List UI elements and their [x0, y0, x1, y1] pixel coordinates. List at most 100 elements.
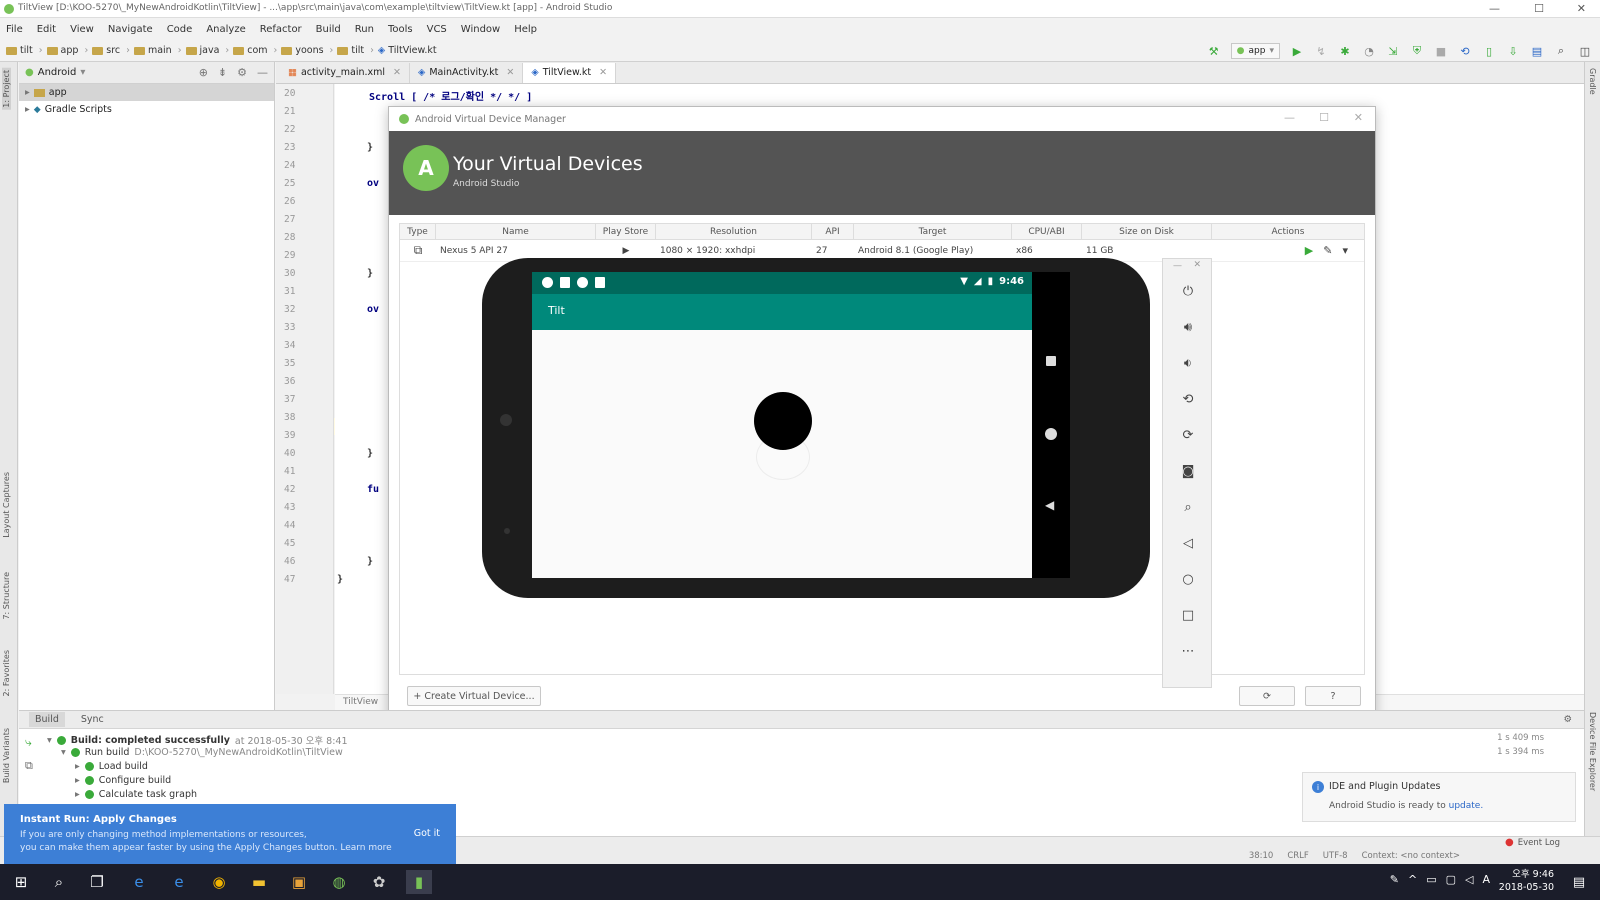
rotate-left-icon[interactable]: ⟲ [1178, 389, 1198, 409]
col-type[interactable]: Type [400, 223, 436, 240]
menu-run[interactable]: Run [355, 24, 374, 35]
emulator-screen[interactable]: ▼ ◢ ▮ 9:46 Tilt [532, 272, 1032, 578]
col-target[interactable]: Target [854, 223, 1012, 240]
breadcrumb-item[interactable]: yoons › [281, 45, 333, 56]
event-log[interactable]: ● Event Log [1505, 837, 1560, 848]
display-icon[interactable]: ▢ [1446, 873, 1456, 886]
minimize-icon[interactable]: — [1284, 111, 1295, 124]
tab-build[interactable]: Build [29, 712, 65, 727]
home-icon[interactable]: ○ [1178, 569, 1198, 589]
build-line[interactable]: ▸ Load build [75, 761, 148, 772]
caret-position[interactable]: 38:10 [1249, 851, 1274, 861]
create-virtual-device-button[interactable]: + Create Virtual Device... [407, 686, 541, 706]
col-cpu[interactable]: CPU/ABI [1012, 223, 1082, 240]
close-icon[interactable]: ✕ [1354, 111, 1363, 124]
menu-navigate[interactable]: Navigate [108, 24, 153, 35]
app-icon[interactable]: ✿ [366, 870, 392, 894]
refresh-button[interactable]: ⟳ [1239, 686, 1295, 706]
tool-window-layout-captures[interactable]: Layout Captures [2, 472, 11, 538]
file-explorer-icon[interactable]: ▬ [246, 870, 272, 894]
internet-explorer-icon[interactable]: e [126, 870, 152, 894]
close-tab-icon[interactable]: ✕ [393, 67, 401, 78]
tab-activity-main[interactable]: ▦ activity_main.xml ✕ [280, 62, 410, 83]
emulator-taskbar-icon[interactable]: ▮ [406, 870, 432, 894]
breadcrumb-file[interactable]: ◈ TiltView.kt [378, 45, 437, 56]
camera-icon[interactable]: ◙ [1178, 461, 1198, 481]
sync-icon[interactable]: ⊕ [199, 66, 208, 79]
overview-icon[interactable]: □ [1178, 605, 1198, 625]
maximize-icon[interactable]: ☐ [1534, 2, 1544, 15]
rerun-icon[interactable]: ⤷ [25, 735, 32, 750]
tab-sync[interactable]: Sync [81, 714, 104, 725]
breadcrumb-item[interactable]: java › [185, 45, 229, 56]
zoom-icon[interactable]: ⌕ [1178, 497, 1198, 517]
search-icon[interactable]: ⌕ [46, 870, 72, 894]
power-icon[interactable]: ⏻ [1178, 281, 1198, 301]
toggle-view-icon[interactable]: ⧉ [25, 759, 33, 773]
android-studio-taskbar-icon[interactable]: ◍ [326, 870, 352, 894]
col-size[interactable]: Size on Disk [1082, 223, 1212, 240]
breadcrumb-item[interactable]: tilt › [6, 45, 43, 56]
breadcrumb-item[interactable]: tilt › [337, 45, 374, 56]
menu-analyze[interactable]: Analyze [206, 24, 245, 35]
pen-icon[interactable]: ✎ [1390, 873, 1399, 886]
build-line[interactable]: ▾ Run build D:\KOO-5270\_MyNewAndroidKot… [61, 747, 343, 758]
rotate-right-icon[interactable]: ⟳ [1178, 425, 1198, 445]
help-button[interactable]: ? [1305, 686, 1361, 706]
tool-window-favorites[interactable]: 2: Favorites [2, 650, 11, 696]
run-icon[interactable]: ▶ [1290, 44, 1304, 58]
close-tab-icon[interactable]: ✕ [506, 67, 514, 78]
chrome-icon[interactable]: ◉ [206, 870, 232, 894]
notification-center-icon[interactable]: ▤ [1566, 870, 1592, 894]
got-it-button[interactable]: Got it [414, 828, 440, 839]
chevron-down-icon[interactable]: ▾ [80, 67, 85, 78]
tree-item-gradle-scripts[interactable]: ▸ ◆ Gradle Scripts [19, 101, 274, 118]
tab-tiltview[interactable]: ◈ TiltView.kt ✕ [523, 62, 617, 83]
tool-window-build-variants[interactable]: Build Variants [2, 728, 11, 783]
menu-build[interactable]: Build [316, 24, 341, 35]
search-icon[interactable]: ⌕ [1554, 44, 1568, 58]
clock[interactable]: 오후 9:46 2018-05-30 [1499, 868, 1554, 894]
launch-icon[interactable]: ▶ [1305, 244, 1313, 257]
breadcrumb-item[interactable]: app › [46, 45, 88, 56]
collapse-icon[interactable]: ⇟ [218, 66, 227, 79]
tree-item-app[interactable]: ▸ app [19, 84, 274, 101]
layout-icon[interactable]: ◫ [1578, 44, 1592, 58]
chevron-down-icon[interactable]: ▾ [1342, 244, 1348, 257]
minimize-icon[interactable]: — [1489, 2, 1500, 15]
menu-code[interactable]: Code [167, 24, 193, 35]
sdk-manager-icon[interactable]: ⇩ [1506, 44, 1520, 58]
menu-file[interactable]: File [6, 24, 23, 35]
tab-main-activity[interactable]: ◈ MainActivity.kt ✕ [410, 62, 524, 83]
recents-icon[interactable] [1046, 356, 1056, 366]
breadcrumb-item[interactable]: src › [92, 45, 130, 56]
tool-window-structure[interactable]: 7: Structure [2, 572, 11, 620]
col-name[interactable]: Name [436, 223, 596, 240]
minimize-icon[interactable]: — [1173, 261, 1182, 271]
gear-icon[interactable]: ⚙ [1563, 714, 1572, 725]
run-config-select[interactable]: ● app ▾ [1230, 43, 1280, 59]
col-actions[interactable]: Actions [1212, 224, 1364, 240]
col-api[interactable]: API [812, 223, 854, 240]
volume-icon[interactable]: ◁ [1465, 873, 1473, 886]
file-encoding[interactable]: UTF-8 [1323, 851, 1348, 861]
menu-vcs[interactable]: VCS [427, 24, 447, 35]
edit-icon[interactable]: ✎ [1323, 244, 1332, 257]
avd-manager-icon[interactable]: ▯ [1482, 44, 1496, 58]
edge-icon[interactable]: e [166, 870, 192, 894]
col-resolution[interactable]: Resolution [656, 223, 812, 240]
gear-icon[interactable]: ⚙ [237, 66, 247, 79]
tool-window-device-file-explorer[interactable]: Device File Explorer [1588, 712, 1597, 791]
menu-refactor[interactable]: Refactor [260, 24, 302, 35]
back-icon[interactable]: ◀ [1045, 498, 1054, 512]
build-line[interactable]: ▾ Build: completed successfully at 2018-… [47, 733, 348, 748]
project-structure-icon[interactable]: ▤ [1530, 44, 1544, 58]
more-icon[interactable]: ⋯ [1178, 641, 1198, 661]
close-tab-icon[interactable]: ✕ [599, 67, 607, 78]
close-icon[interactable]: ✕ [1193, 260, 1201, 270]
col-play-store[interactable]: Play Store [596, 223, 656, 240]
stop-icon[interactable]: ■ [1434, 44, 1448, 58]
volume-down-icon[interactable]: 🔉︎ [1178, 353, 1198, 373]
chevron-up-icon[interactable]: ^ [1408, 873, 1417, 886]
hammer-icon[interactable]: ⚒ [1207, 44, 1221, 58]
